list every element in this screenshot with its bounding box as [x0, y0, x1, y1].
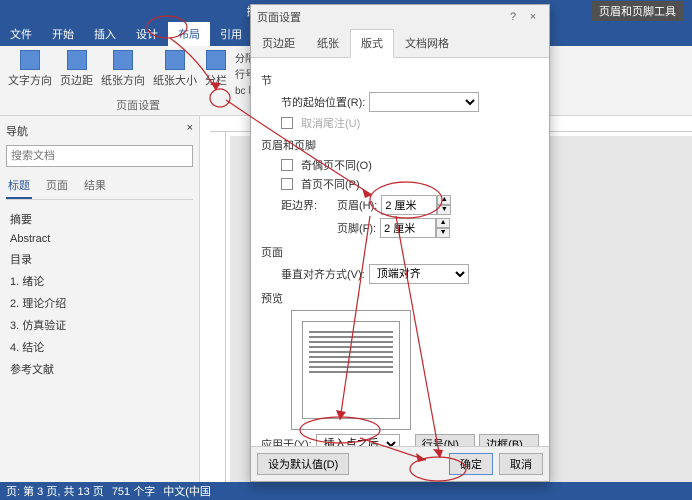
columns-button[interactable]: 分栏: [205, 50, 227, 88]
status-words[interactable]: 751 个字: [112, 483, 155, 499]
suppress-endnotes-checkbox[interactable]: [281, 117, 293, 129]
preview-header: 预览: [261, 290, 539, 306]
apply-to-select[interactable]: 插入点之后: [316, 434, 400, 446]
borders-button[interactable]: 边框(B)...: [479, 434, 539, 446]
nav-item[interactable]: 2. 理论介绍: [6, 292, 193, 314]
nav-item[interactable]: 1. 绪论: [6, 270, 193, 292]
nav-item[interactable]: 目录: [6, 248, 193, 270]
footer-dist-label: 页脚(F):: [337, 220, 376, 236]
first-diff-checkbox[interactable]: [281, 178, 293, 190]
nav-item[interactable]: 4. 结论: [6, 336, 193, 358]
spin-up-icon[interactable]: ▲: [437, 195, 451, 205]
margins-button[interactable]: 页边距: [60, 50, 93, 88]
tab-paper[interactable]: 纸张: [306, 29, 350, 57]
nav-tab-headings[interactable]: 标题: [6, 173, 32, 199]
odd-even-label: 奇偶页不同(O): [301, 157, 372, 173]
tab-layout[interactable]: 布局: [168, 22, 210, 46]
tab-layout-dlg[interactable]: 版式: [350, 29, 394, 58]
nav-close-icon[interactable]: ×: [187, 122, 193, 134]
nav-list: 摘要 Abstract 目录 1. 绪论 2. 理论介绍 3. 仿真验证 4. …: [6, 204, 193, 384]
nav-item[interactable]: 参考文献: [6, 358, 193, 380]
tab-grid[interactable]: 文档网格: [394, 29, 460, 57]
spin-down-icon[interactable]: ▼: [437, 205, 451, 215]
apply-to-label: 应用于(Y):: [261, 436, 312, 446]
cancel-button[interactable]: 取消: [499, 453, 543, 475]
odd-even-checkbox[interactable]: [281, 159, 293, 171]
status-bar: 页: 第 3 页, 共 13 页 751 个字 中文(中国: [0, 482, 692, 500]
nav-title: 导航: [6, 126, 28, 138]
group-page-setup: 页面设置⌐: [8, 97, 268, 113]
tab-design[interactable]: 设计: [126, 22, 168, 46]
spin-up-icon[interactable]: ▲: [436, 218, 450, 228]
help-icon[interactable]: ?: [503, 11, 523, 23]
tab-references[interactable]: 引用: [210, 22, 252, 46]
nav-item[interactable]: 摘要: [6, 208, 193, 230]
preview-box: [291, 310, 411, 430]
status-page[interactable]: 页: 第 3 页, 共 13 页: [6, 483, 104, 499]
line-numbers-button[interactable]: 行号(N)...: [415, 434, 475, 446]
footer-distance-input[interactable]: [380, 218, 436, 238]
suppress-endnotes-label: 取消尾注(U): [301, 115, 360, 131]
spin-down-icon[interactable]: ▼: [436, 228, 450, 238]
status-language[interactable]: 中文(中国: [163, 483, 211, 499]
dialog-tabs: 页边距 纸张 版式 文档网格: [251, 29, 549, 58]
vertical-ruler[interactable]: [210, 132, 226, 482]
section-start-label: 节的起始位置(R):: [281, 94, 365, 110]
tab-file[interactable]: 文件: [0, 22, 42, 46]
section-start-select[interactable]: [369, 92, 479, 112]
search-input[interactable]: [6, 145, 193, 167]
dialog-title: 页面设置: [257, 9, 503, 25]
nav-item[interactable]: 3. 仿真验证: [6, 314, 193, 336]
valign-select[interactable]: 顶端对齐: [369, 264, 469, 284]
close-icon[interactable]: ×: [523, 11, 543, 23]
valign-label: 垂直对齐方式(V):: [281, 266, 365, 282]
header-distance-input[interactable]: [381, 195, 437, 215]
context-tab[interactable]: 页眉和页脚工具: [591, 1, 684, 21]
ok-button[interactable]: 确定: [449, 453, 493, 475]
page-header: 页面: [261, 244, 539, 260]
header-dist-label: 页眉(H):: [337, 197, 377, 213]
text-direction-button[interactable]: 文字方向: [8, 50, 52, 88]
distance-label: 距边界:: [281, 197, 333, 213]
nav-tab-results[interactable]: 结果: [82, 173, 108, 199]
tab-home[interactable]: 开始: [42, 22, 84, 46]
nav-item[interactable]: Abstract: [6, 230, 193, 248]
navigation-pane: 导航 × 标题 页面 结果 摘要 Abstract 目录 1. 绪论 2. 理论介…: [0, 116, 200, 482]
tab-insert[interactable]: 插入: [84, 22, 126, 46]
size-button[interactable]: 纸张大小: [153, 50, 197, 88]
section-header: 节: [261, 72, 539, 88]
tab-margins[interactable]: 页边距: [251, 29, 306, 57]
first-diff-label: 首页不同(P): [301, 176, 360, 192]
page-setup-dialog: 页面设置 ? × 页边距 纸张 版式 文档网格 节 节的起始位置(R): 取消尾…: [250, 4, 550, 482]
orientation-button[interactable]: 纸张方向: [101, 50, 145, 88]
nav-tab-pages[interactable]: 页面: [44, 173, 70, 199]
header-footer-header: 页眉和页脚: [261, 137, 539, 153]
set-default-button[interactable]: 设为默认值(D): [257, 453, 349, 475]
